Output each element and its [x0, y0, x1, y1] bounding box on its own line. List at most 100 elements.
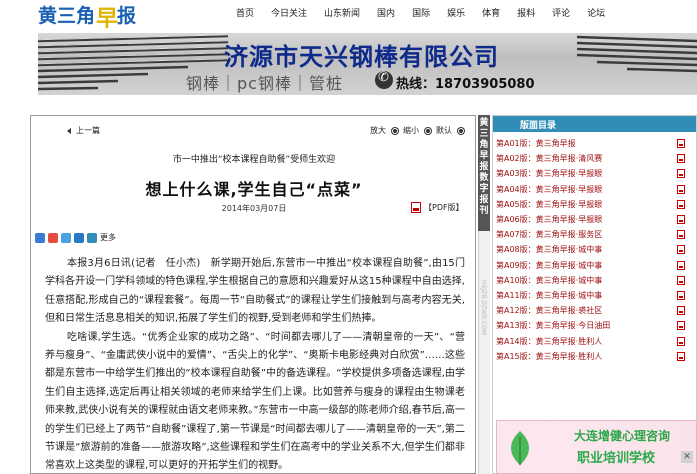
- pdf-icon[interactable]: [677, 321, 685, 331]
- nav-comment[interactable]: 评论: [552, 6, 570, 19]
- pdf-icon[interactable]: [677, 260, 685, 270]
- list-item: 第A03版：黄三角早报·早报眼: [496, 166, 691, 181]
- share-weibo-icon[interactable]: [48, 232, 58, 243]
- logo-mark: 早: [96, 3, 118, 32]
- banner-title: 济源市天兴钢棒有限公司: [224, 43, 499, 71]
- list-item: 第A05版：黄三角早报·早报眼: [496, 197, 691, 212]
- pdf-icon[interactable]: [677, 336, 685, 346]
- share-qzone-icon[interactable]: [35, 232, 45, 243]
- list-item: 第A12版：黄三角早报·裘社区: [496, 303, 691, 318]
- pdf-icon[interactable]: [677, 169, 685, 179]
- pdf-icon[interactable]: [677, 290, 685, 300]
- banner-subtitle: 钢棒｜pc钢棒｜管桩: [186, 74, 343, 93]
- page-link-a07[interactable]: 第A07版：黄三角早报·服务区: [496, 229, 602, 240]
- nav-sports[interactable]: 体育: [482, 6, 500, 19]
- nav-tips[interactable]: 报料: [517, 6, 535, 19]
- share-more-label[interactable]: 更多: [100, 232, 116, 243]
- default-size-icon[interactable]: [457, 126, 465, 135]
- page-link-a04[interactable]: 第A04版：黄三角早报·早报眼: [496, 184, 602, 195]
- pdf-icon[interactable]: [677, 230, 685, 240]
- pdf-icon[interactable]: [677, 199, 685, 209]
- share-tweibo-icon[interactable]: [61, 232, 71, 243]
- nav-international[interactable]: 国际: [412, 6, 430, 19]
- page-link-a11[interactable]: 第A11版：黄三角早报·城中事: [496, 290, 602, 301]
- page-link-a15[interactable]: 第A15版：黄三角早报·胜利人: [496, 351, 602, 362]
- zoom-out-icon[interactable]: [424, 126, 432, 135]
- vertical-scrollbar[interactable]: [478, 231, 490, 474]
- prev-label: 上一篇: [76, 126, 100, 135]
- page-link-a02[interactable]: 第A02版：黄三角早报·清风赛: [496, 153, 602, 164]
- zoom-in-icon[interactable]: [391, 126, 399, 135]
- top-bar: 黄三角 早 报 首页 今日关注 山东新闻 国内 国际 娱乐 体育 报料 评论 论…: [0, 0, 697, 33]
- article-toolbar: 上一篇 放大 缩小 默认: [31, 125, 475, 139]
- list-item: 第A08版：黄三角早报·城中事: [496, 242, 691, 257]
- page-link-a01[interactable]: 第A01版：黄三角早报: [496, 138, 576, 149]
- list-item: 第A01版：黄三角早报: [496, 136, 691, 151]
- page-link-a09[interactable]: 第A09版：黄三角早报·城中事: [496, 260, 602, 271]
- list-item: 第A09版：黄三角早报·城中事: [496, 258, 691, 273]
- pdf-icon[interactable]: [677, 275, 685, 285]
- ad-line-1: 大连增健心理咨询: [574, 429, 671, 443]
- article-paragraph-1: 本报3月6日讯(记者 任小杰) 新学期开始后,东营市一中推出“校本课程自助餐”,…: [45, 258, 465, 325]
- logo-mark-char: 早: [96, 7, 119, 32]
- logo-text-left: 黄三角: [38, 4, 96, 27]
- list-item: 第A04版：黄三角早报·早报眼: [496, 182, 691, 197]
- zoom-out-label[interactable]: 缩小: [403, 125, 419, 136]
- page-link-a06[interactable]: 第A06版：黄三角早报·早报眼: [496, 214, 602, 225]
- watermark-text: HSJZB.DZWB.COM: [480, 280, 487, 335]
- phone-icon: [375, 70, 393, 89]
- nav-domestic[interactable]: 国内: [377, 6, 395, 19]
- vertical-brand-tab: 黄三角早报数字报刊: [478, 115, 490, 231]
- page-directory-list: 第A01版：黄三角早报 第A02版：黄三角早报·清风赛 第A03版：黄三角早报·…: [496, 136, 691, 364]
- nav-shandong[interactable]: 山东新闻: [324, 6, 360, 19]
- pdf-icon[interactable]: [677, 351, 685, 361]
- pdf-icon[interactable]: [677, 139, 685, 149]
- page-link-a12[interactable]: 第A12版：黄三角早报·裘社区: [496, 305, 602, 316]
- prev-article-link[interactable]: 上一篇: [67, 125, 100, 136]
- ad-line-2: 职业培训学校: [577, 451, 656, 466]
- floating-ad[interactable]: 大连增健心理咨询 职业培训学校 ✕: [496, 420, 697, 474]
- page-link-a05[interactable]: 第A05版：黄三角早报·早报眼: [496, 199, 602, 210]
- page-link-a08[interactable]: 第A08版：黄三角早报·城中事: [496, 244, 602, 255]
- article-body: 本报3月6日讯(记者 任小杰) 新学期开始后,东营市一中推出“校本课程自助餐”,…: [45, 255, 465, 473]
- page-link-a13[interactable]: 第A13版：黄三角早报·今日油田: [496, 320, 610, 331]
- page-directory-header: 版面目录: [493, 116, 696, 132]
- page-link-a03[interactable]: 第A03版：黄三角早报·早报眼: [496, 168, 602, 179]
- nav-today[interactable]: 今日关注: [271, 6, 307, 19]
- pdf-icon[interactable]: [677, 245, 685, 255]
- logo-text-right: 报: [117, 4, 137, 27]
- list-item: 第A02版：黄三角早报·清风赛: [496, 151, 691, 166]
- steel-rods-image-right: [577, 35, 697, 73]
- nav-entertainment[interactable]: 娱乐: [447, 6, 465, 19]
- page-link-a14[interactable]: 第A14版：黄三角早报·胜利人: [496, 336, 602, 347]
- article-panel: 上一篇 放大 缩小 默认 市一中推出“校本课程自助餐”受师生欢迎 想上什么课,学…: [30, 115, 476, 474]
- left-arrow-icon: [67, 127, 71, 134]
- pdf-icon: [411, 202, 421, 213]
- list-item: 第A15版：黄三角早报·胜利人: [496, 349, 691, 364]
- share-bar: 更多: [35, 232, 116, 243]
- nav-home[interactable]: 首页: [236, 6, 254, 19]
- pdf-icon[interactable]: [677, 184, 685, 194]
- pdf-icon[interactable]: [677, 154, 685, 164]
- article-kicker: 市一中推出“校本课程自助餐”受师生欢迎: [172, 155, 336, 165]
- nav-forum[interactable]: 论坛: [587, 6, 605, 19]
- pdf-link[interactable]: 【PDF版】: [411, 202, 464, 213]
- list-item: 第A10版：黄三角早报·城中事: [496, 273, 691, 288]
- page: 黄三角 早 报 首页 今日关注 山东新闻 国内 国际 娱乐 体育 报料 评论 论…: [0, 0, 697, 474]
- ad-banner[interactable]: 济源市天兴钢棒有限公司 钢棒｜pc钢棒｜管桩 热线：18703905080: [38, 33, 697, 95]
- pdf-icon[interactable]: [677, 306, 685, 316]
- close-icon[interactable]: ✕: [681, 451, 693, 463]
- article-date: 2014年03月07日: [221, 204, 287, 213]
- leaf-logo-icon: [510, 431, 530, 465]
- pdf-icon[interactable]: [677, 215, 685, 225]
- pdf-label: 【PDF版】: [424, 203, 464, 212]
- zoom-in-label[interactable]: 放大: [370, 125, 386, 136]
- share-renren-icon[interactable]: [74, 232, 84, 243]
- page-link-a10[interactable]: 第A10版：黄三角早报·城中事: [496, 275, 602, 286]
- share-more-icon[interactable]: [87, 232, 97, 243]
- site-logo[interactable]: 黄三角 早 报: [38, 1, 137, 33]
- article-headline: 想上什么课,学生自己“点菜”: [145, 180, 363, 199]
- default-size-label[interactable]: 默认: [436, 125, 452, 136]
- page-directory-title: 版面目录: [520, 121, 557, 131]
- list-item: 第A11版：黄三角早报·城中事: [496, 288, 691, 303]
